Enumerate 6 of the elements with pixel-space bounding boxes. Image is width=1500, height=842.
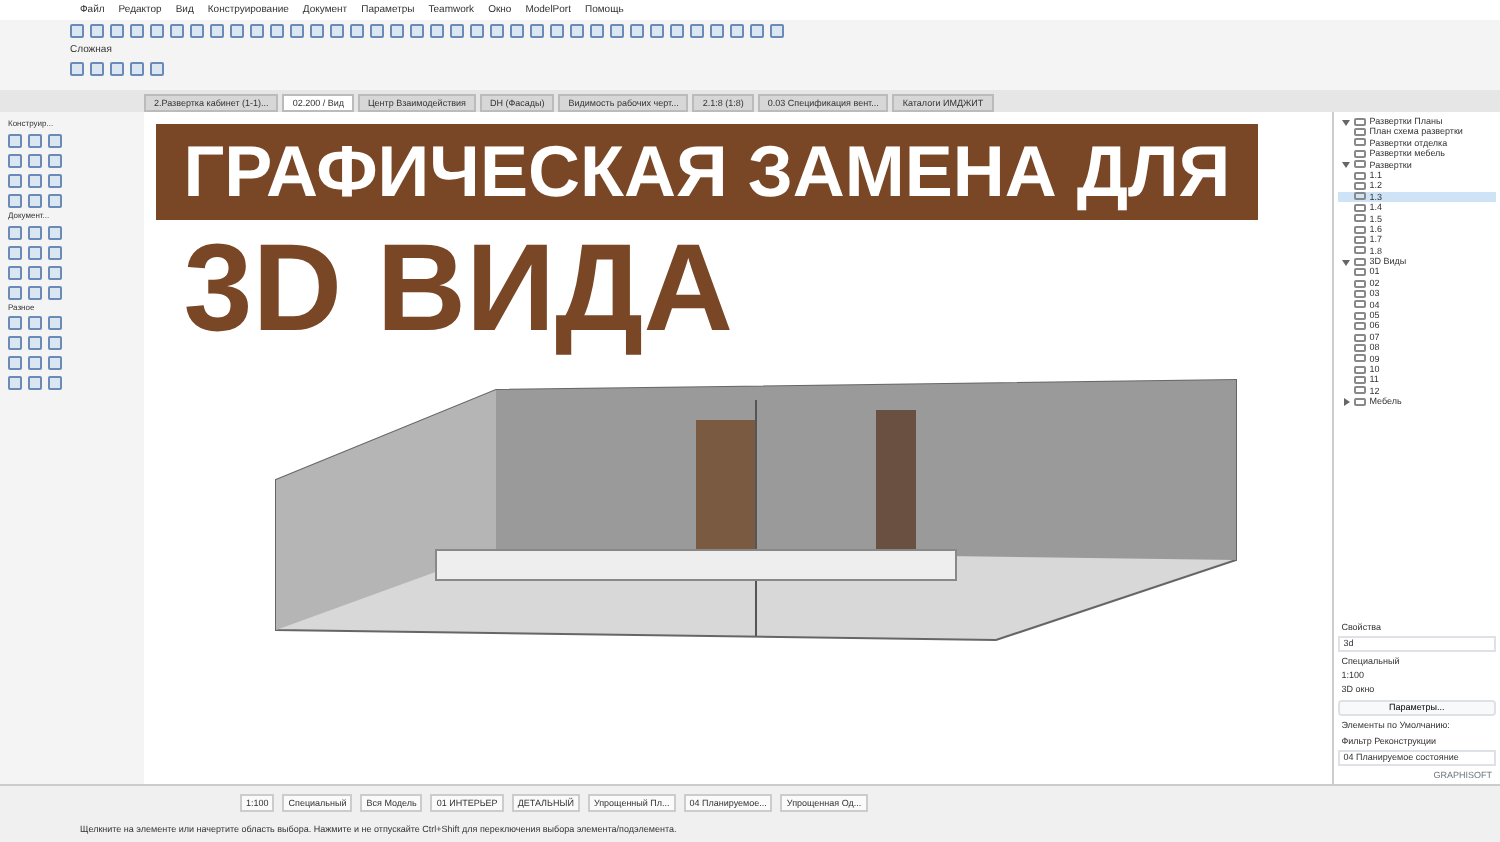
banner-subtitle: 3D ВИДА	[183, 220, 733, 360]
expand-arrow-icon[interactable]	[1341, 159, 1350, 170]
expand-arrow-icon[interactable]	[1341, 396, 1350, 408]
expand-arrow-icon[interactable]	[1341, 256, 1350, 267]
banner-title: ГРАФИЧЕСКАЯ ЗАМЕНА ДЛЯ	[155, 124, 1259, 220]
expand-arrow-icon[interactable]	[1341, 116, 1350, 127]
